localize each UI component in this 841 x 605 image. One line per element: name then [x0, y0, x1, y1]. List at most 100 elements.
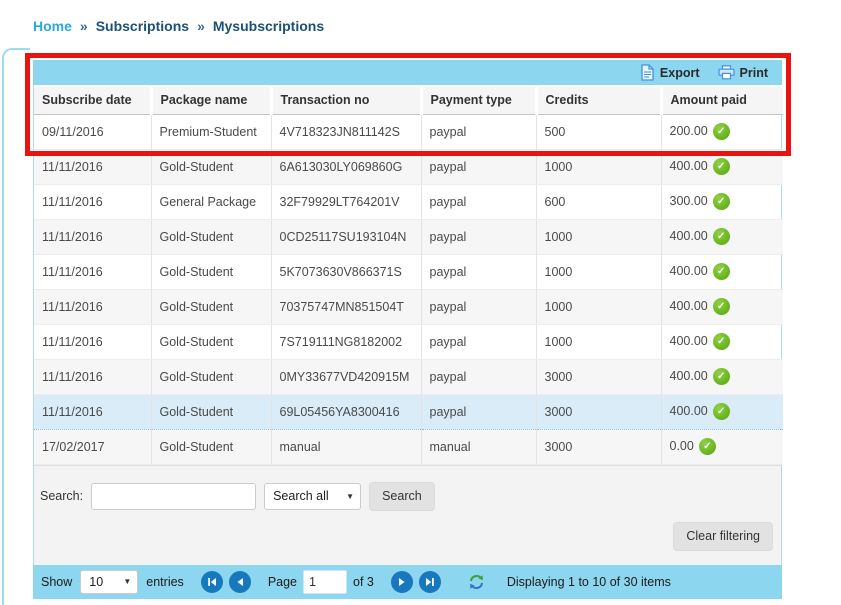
- print-button[interactable]: Print: [718, 65, 768, 80]
- last-page-button[interactable]: [419, 571, 441, 593]
- transaction-no-cell: manual: [271, 429, 421, 464]
- table-row[interactable]: 11/11/2016Gold-Student7S719111NG8182002p…: [34, 324, 783, 359]
- table-row[interactable]: 11/11/2016Gold-Student5K7073630V866371Sp…: [34, 254, 783, 289]
- package-name-cell: Gold-Student: [151, 149, 271, 184]
- subscribe-date-cell: 11/11/2016: [34, 289, 151, 324]
- subscribe-date-cell: 11/11/2016: [34, 184, 151, 219]
- export-button[interactable]: Export: [640, 64, 700, 81]
- transaction-no-cell: 5K7073630V866371S: [271, 254, 421, 289]
- credits-cell: 1000: [536, 219, 661, 254]
- amount-paid-value: 400.00: [670, 404, 708, 418]
- paid-check-icon: ✓: [699, 438, 716, 455]
- payment-type-cell: paypal: [421, 324, 536, 359]
- package-name-cell: Gold-Student: [151, 254, 271, 289]
- table-row[interactable]: 11/11/2016Gold-Student70375747MN851504Tp…: [34, 289, 783, 324]
- entries-label: entries: [146, 575, 184, 589]
- amount-paid-value: 300.00: [670, 194, 708, 208]
- amount-paid-value: 400.00: [670, 264, 708, 278]
- table-row[interactable]: 11/11/2016Gold-Student6A613030LY069860Gp…: [34, 149, 783, 184]
- payment-type-cell: paypal: [421, 149, 536, 184]
- credits-cell: 600: [536, 184, 661, 219]
- table-row[interactable]: 11/11/2016Gold-Student0CD25117SU193104Np…: [34, 219, 783, 254]
- search-button[interactable]: Search: [369, 482, 435, 511]
- credits-cell: 3000: [536, 359, 661, 394]
- table-row[interactable]: 17/02/2017Gold-Studentmanualmanual30000.…: [34, 429, 783, 464]
- paid-check-icon: ✓: [713, 158, 730, 175]
- search-label: Search:: [40, 489, 83, 503]
- search-panel: Search: Search all ▼ Search Clear filter…: [34, 465, 781, 565]
- breadcrumb: Home » Subscriptions » Mysubscriptions: [33, 18, 324, 34]
- subscribe-date-cell: 09/11/2016: [34, 114, 151, 149]
- refresh-icon: [468, 574, 485, 590]
- amount-paid-cell: 400.00✓: [661, 219, 783, 254]
- breadcrumb-home[interactable]: Home: [33, 18, 72, 34]
- subscribe-date-cell: 11/11/2016: [34, 254, 151, 289]
- table-row[interactable]: 09/11/2016Premium-Student4V718323JN81114…: [34, 114, 783, 149]
- package-name-cell: General Package: [151, 184, 271, 219]
- payment-type-cell: paypal: [421, 254, 536, 289]
- subscribe-date-cell: 11/11/2016: [34, 219, 151, 254]
- breadcrumb-mysubscriptions: Mysubscriptions: [213, 18, 324, 34]
- payment-type-cell: paypal: [421, 184, 536, 219]
- amount-paid-value: 200.00: [670, 124, 708, 138]
- last-page-icon: [425, 577, 435, 587]
- print-label: Print: [740, 66, 768, 80]
- paid-check-icon: ✓: [713, 193, 730, 210]
- column-header-amount-paid[interactable]: Amount paid: [661, 86, 783, 114]
- credits-cell: 1000: [536, 324, 661, 359]
- column-header-subscribe-date[interactable]: Subscribe date: [34, 86, 151, 114]
- table-header-row: Subscribe date Package name Transaction …: [34, 86, 783, 114]
- next-page-button[interactable]: [391, 571, 413, 593]
- first-page-icon: [207, 577, 217, 587]
- transaction-no-cell: 7S719111NG8182002: [271, 324, 421, 359]
- next-page-icon: [397, 577, 407, 587]
- page-size-select[interactable]: 10 ▼: [80, 570, 138, 594]
- amount-paid-value: 400.00: [670, 369, 708, 383]
- page-size-value: 10: [89, 575, 103, 589]
- amount-paid-cell: 400.00 ✓: [661, 149, 783, 184]
- export-label: Export: [660, 66, 700, 80]
- search-input[interactable]: [91, 483, 256, 510]
- search-filter-value: Search all: [273, 489, 329, 503]
- column-header-transaction-no[interactable]: Transaction no: [271, 86, 421, 114]
- amount-paid-value: 400.00: [670, 159, 708, 173]
- table-row[interactable]: 11/11/2016Gold-Student69L05456YA8300416p…: [34, 394, 783, 429]
- table-row[interactable]: 11/11/2016General Package32F79929LT76420…: [34, 184, 783, 219]
- column-header-package-name[interactable]: Package name: [151, 86, 271, 114]
- subscribe-date-cell: 11/11/2016: [34, 324, 151, 359]
- payment-type-cell: paypal: [421, 394, 536, 429]
- page-number-input[interactable]: [303, 570, 347, 594]
- table-row[interactable]: 11/11/2016Gold-Student0MY33677VD420915Mp…: [34, 359, 783, 394]
- paid-check-icon: ✓: [713, 123, 730, 140]
- package-name-cell: Gold-Student: [151, 359, 271, 394]
- export-icon: [640, 64, 655, 81]
- search-filter-select[interactable]: Search all ▼: [264, 483, 361, 510]
- pagination-bar: Show 10 ▼ entries: [33, 565, 782, 599]
- breadcrumb-subscriptions[interactable]: Subscriptions: [96, 18, 189, 34]
- credits-cell: 1000: [536, 149, 661, 184]
- transaction-no-cell: 70375747MN851504T: [271, 289, 421, 324]
- panel-left-border: [2, 48, 30, 605]
- refresh-button[interactable]: [468, 574, 485, 590]
- subscribe-date-cell: 11/11/2016: [34, 359, 151, 394]
- amount-paid-cell: 200.00 ✓: [661, 114, 783, 149]
- first-page-button[interactable]: [201, 571, 223, 593]
- amount-paid-value: 400.00: [670, 229, 708, 243]
- column-header-payment-type[interactable]: Payment type: [421, 86, 536, 114]
- subscribe-date-cell: 11/11/2016: [34, 149, 151, 184]
- column-header-credits[interactable]: Credits: [536, 86, 661, 114]
- page-label: Page: [268, 575, 297, 589]
- paid-check-icon: ✓: [713, 333, 730, 350]
- table-body: 09/11/2016Premium-Student4V718323JN81114…: [34, 114, 783, 464]
- subscriptions-table-widget: Export Print: [33, 60, 782, 599]
- payment-type-cell: manual: [421, 429, 536, 464]
- transaction-no-cell: 0MY33677VD420915M: [271, 359, 421, 394]
- previous-page-icon: [235, 577, 245, 587]
- paid-check-icon: ✓: [713, 298, 730, 315]
- payment-type-cell: paypal: [421, 114, 536, 149]
- clear-filtering-button[interactable]: Clear filtering: [673, 522, 773, 551]
- previous-page-button[interactable]: [229, 571, 251, 593]
- table-toolbar: Export Print: [33, 60, 782, 85]
- page-count-label: of 3: [353, 575, 374, 589]
- credits-cell: 3000: [536, 429, 661, 464]
